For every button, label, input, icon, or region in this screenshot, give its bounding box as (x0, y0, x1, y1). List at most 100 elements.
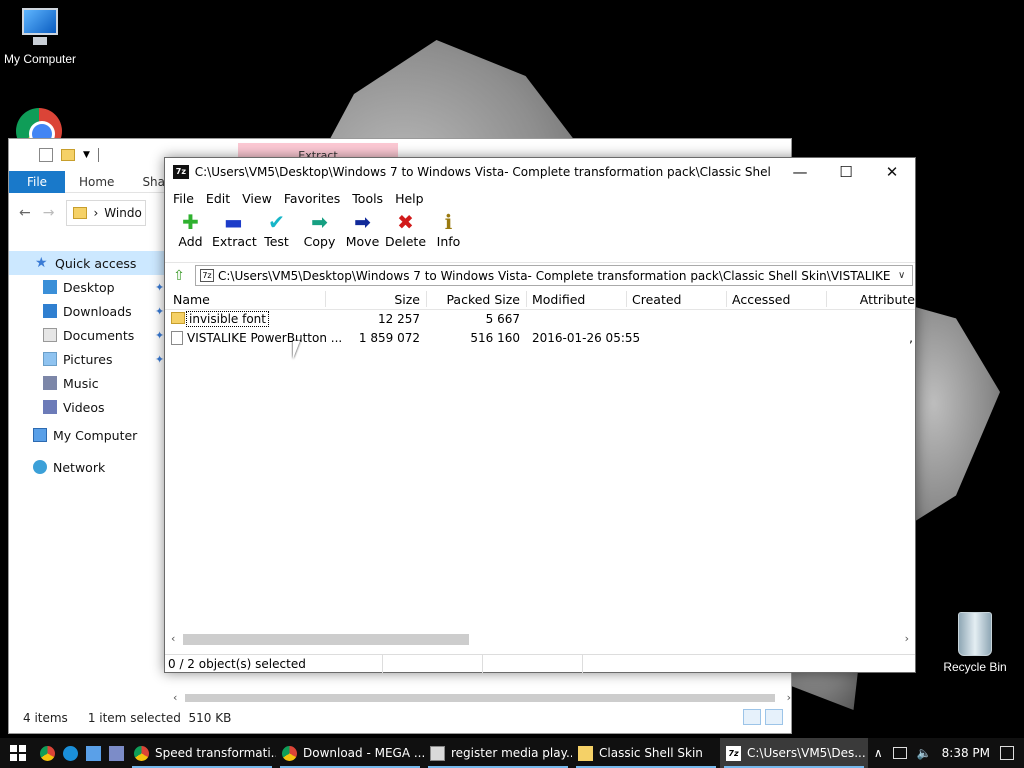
toolbar: ✚ Add ▬ Extract ✔ Test ➡ Copy ➡ Move ✖ D… (165, 210, 915, 258)
quick-access-dropdown-icon[interactable]: ▼ (83, 150, 90, 160)
back-arrow-icon[interactable]: ← (19, 205, 31, 221)
column-packed-size[interactable]: Packed Size (446, 292, 520, 307)
file-list-horizontal-scrollbar[interactable]: ‹ › (165, 631, 915, 647)
music-folder-icon (43, 376, 57, 390)
scroll-left-icon[interactable]: ‹ (173, 691, 177, 704)
nav-item-network[interactable]: Network (9, 451, 165, 483)
menu-favorites[interactable]: Favorites (278, 191, 346, 206)
menu-tools[interactable]: Tools (346, 191, 389, 206)
file-row[interactable]: VISTALIKE PowerButton ... 1 859 072 516 … (165, 329, 915, 348)
nav-item-documents[interactable]: Documents ✦ (9, 323, 165, 347)
address-text: Windo (104, 206, 142, 220)
scrollbar-thumb[interactable] (185, 694, 775, 702)
new-folder-icon[interactable] (61, 149, 75, 161)
pinned-edge[interactable] (59, 738, 82, 768)
scrollbar-thumb[interactable] (183, 634, 469, 645)
info-button[interactable]: ℹ Info (427, 210, 470, 249)
path-combobox[interactable]: 7z C:\Users\VM5\Desktop\Windows 7 to Win… (195, 265, 913, 286)
folder-icon (578, 745, 593, 761)
scroll-left-icon[interactable]: ‹ (171, 632, 175, 645)
taskbar-item-notepad[interactable]: register media play... (424, 738, 572, 768)
nav-item-downloads[interactable]: Downloads ✦ (9, 299, 165, 323)
column-accessed[interactable]: Accessed (732, 292, 790, 307)
copy-button[interactable]: ➡ Copy (298, 210, 341, 249)
ribbon-tab-home[interactable]: Home (65, 175, 128, 189)
properties-icon[interactable] (39, 148, 53, 162)
pinned-app-1[interactable] (82, 738, 105, 768)
volume-icon[interactable]: 🔈 (917, 746, 932, 760)
nav-item-pictures[interactable]: Pictures ✦ (9, 347, 165, 371)
menu-help[interactable]: Help (389, 191, 430, 206)
file-modified: 2016-01-26 05:55 (532, 331, 641, 345)
minimize-icon[interactable]: — (777, 158, 823, 186)
desktop-folder-icon (43, 280, 57, 294)
close-icon[interactable]: ✕ (869, 158, 915, 186)
column-separator[interactable] (826, 291, 827, 307)
videos-folder-icon (43, 400, 57, 414)
notification-icon[interactable] (1000, 746, 1014, 760)
7zip-window[interactable]: 7z C:\Users\VM5\Desktop\Windows 7 to Win… (164, 157, 916, 673)
minus-icon: ▬ (224, 210, 243, 234)
ribbon-tab-file[interactable]: File (9, 170, 65, 193)
maximize-icon[interactable]: ☐ (823, 158, 869, 186)
nav-item-music[interactable]: Music (9, 371, 165, 395)
scroll-right-icon[interactable]: › (905, 632, 909, 645)
button-label: Move (345, 234, 380, 249)
chevron-up-icon[interactable]: ∧ (874, 746, 883, 760)
file-size: 1 859 072 (358, 331, 420, 345)
menu-edit[interactable]: Edit (200, 191, 236, 206)
column-created[interactable]: Created (632, 292, 681, 307)
large-icons-view-icon[interactable] (765, 709, 783, 725)
test-button[interactable]: ✔ Test (255, 210, 298, 249)
window-title: C:\Users\VM5\Desktop\Windows 7 to Window… (194, 165, 771, 179)
button-label: Delete (384, 234, 427, 249)
file-row[interactable]: invisible font 12 257 5 667 (165, 310, 915, 329)
menu-view[interactable]: View (236, 191, 278, 206)
column-separator[interactable] (626, 291, 627, 307)
clock[interactable]: 8:38 PM (942, 746, 990, 760)
button-label: Copy (303, 234, 336, 249)
add-button[interactable]: ✚ Add (169, 210, 212, 249)
taskbar-item-speed[interactable]: Speed transformati... (128, 738, 276, 768)
desktop-icon-recycle-bin[interactable]: Recycle Bin (940, 612, 1010, 674)
menu-file[interactable]: File (167, 191, 200, 206)
delete-button[interactable]: ✖ Delete (384, 210, 427, 249)
move-button[interactable]: ➡ Move (341, 210, 384, 249)
taskbar-item-mega[interactable]: Download - MEGA ... (276, 738, 424, 768)
column-separator[interactable] (426, 291, 427, 307)
pinned-chrome[interactable] (36, 738, 59, 768)
7zip-titlebar[interactable]: 7z C:\Users\VM5\Desktop\Windows 7 to Win… (165, 158, 915, 186)
scroll-right-icon[interactable]: › (787, 691, 791, 704)
column-size[interactable]: Size (394, 292, 420, 307)
chevron-right-icon: › (93, 206, 99, 220)
taskbar-item-7zip[interactable]: 7z C:\Users\VM5\Des... (720, 738, 868, 768)
extract-button[interactable]: ▬ Extract (212, 210, 257, 249)
nav-item-my-computer[interactable]: My Computer (9, 419, 165, 451)
up-folder-icon[interactable]: ⇧ (169, 266, 189, 286)
nav-item-desktop[interactable]: Desktop ✦ (9, 275, 165, 299)
taskbar-item-explorer[interactable]: Classic Shell Skin (572, 738, 720, 768)
network-tray-icon[interactable] (892, 747, 907, 759)
details-view-icon[interactable] (743, 709, 761, 725)
recycle-bin-icon (958, 612, 992, 656)
selection-info: 1 item selected 510 KB (88, 711, 232, 725)
forward-arrow-icon[interactable]: → (43, 205, 55, 221)
column-name[interactable]: Name (173, 292, 210, 307)
pinned-app-2[interactable] (105, 738, 128, 768)
column-separator[interactable] (325, 291, 326, 307)
column-modified[interactable]: Modified (532, 292, 585, 307)
column-separator[interactable] (726, 291, 727, 307)
column-separator[interactable] (526, 291, 527, 307)
start-button[interactable] (0, 738, 36, 768)
file-icon (171, 331, 183, 345)
explorer-address-bar[interactable]: › Windo (66, 200, 147, 226)
column-attributes[interactable]: Attribute (860, 292, 915, 307)
explorer-horizontal-scrollbar[interactable]: ‹ › (173, 691, 791, 705)
nav-item-videos[interactable]: Videos (9, 395, 165, 419)
nav-item-quick-access[interactable]: ★ Quick access (9, 251, 165, 275)
selection-status: 0 / 2 object(s) selected (165, 655, 383, 673)
chevron-down-icon[interactable]: ∨ (898, 270, 912, 281)
desktop-icon-my-computer[interactable]: My Computer (0, 8, 80, 66)
pin-icon: ✦ (155, 304, 165, 318)
checkmark-icon: ✔ (268, 210, 285, 234)
